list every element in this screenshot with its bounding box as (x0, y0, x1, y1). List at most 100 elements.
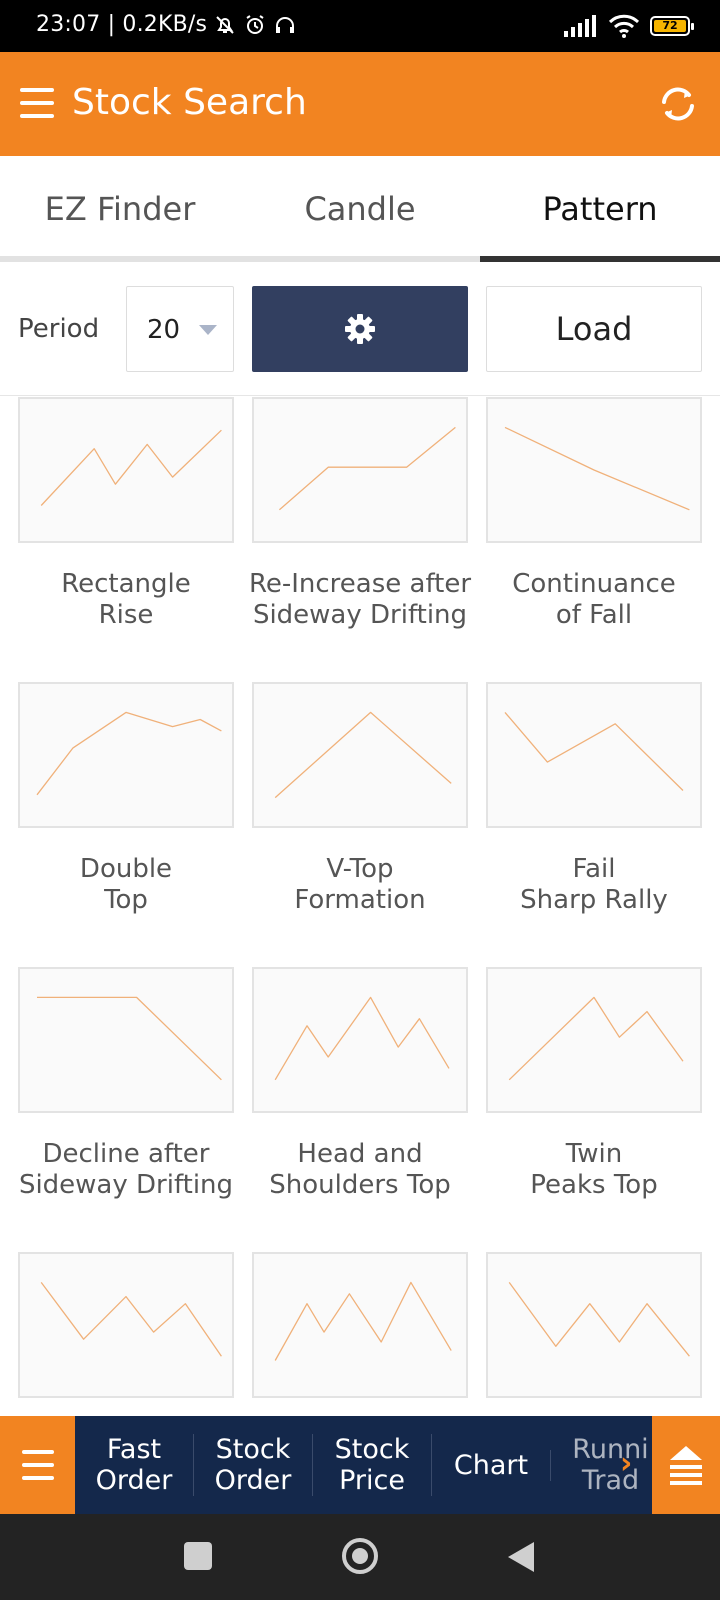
pattern-caption-line1: V-Top (326, 854, 394, 884)
tab-pattern[interactable]: Pattern (480, 156, 720, 262)
pattern-thumbnail (252, 682, 468, 828)
pattern-thumbnail (486, 1252, 702, 1398)
pattern-thumbnail (18, 967, 234, 1113)
pattern-line (40, 1282, 222, 1357)
pattern-line-chart (36, 711, 222, 796)
pattern-controls: Period 20 Load (0, 262, 720, 396)
pattern-thumbnail (18, 1252, 234, 1398)
quick-items: Fast Order Stock Order Stock Price Chart Ru… (75, 1416, 652, 1514)
chart-button[interactable]: Chart (432, 1449, 551, 1481)
page-title: Stock Search (72, 82, 307, 123)
pattern-caption-line2: Top (104, 885, 148, 915)
pattern-caption: Fail Sharp Rally (479, 854, 709, 916)
quick-item-line2: Order (214, 1465, 292, 1496)
system-nav-bar (0, 1514, 720, 1600)
home-circle-icon[interactable] (342, 1538, 378, 1574)
fast-order-button[interactable]: Fast Order (75, 1434, 194, 1496)
pattern-line-chart (40, 429, 222, 506)
pattern-thumbnail (18, 682, 234, 828)
bottom-menu-button[interactable] (0, 1416, 75, 1514)
headset-icon (276, 16, 295, 33)
pattern-thumbnail (252, 1252, 468, 1398)
pattern-line-chart (508, 996, 684, 1081)
pattern-thumbnail (252, 967, 468, 1113)
pattern-line (274, 1281, 452, 1361)
pattern-line-chart (504, 711, 684, 791)
quick-item-line2: Trad (581, 1465, 640, 1496)
recents-square-icon[interactable] (184, 1542, 212, 1570)
pattern-line-chart (40, 1282, 222, 1357)
refresh-icon[interactable] (656, 82, 700, 126)
pattern-thumbnail (252, 397, 468, 543)
pattern-caption-line1: Continuance (512, 569, 676, 599)
quick-item-line1: Fast (106, 1434, 162, 1465)
hamburger-menu-icon[interactable] (20, 88, 54, 118)
running-trade-button[interactable]: Runni Trad (551, 1434, 652, 1496)
pattern-caption-line2: Sideway Drifting (18, 1170, 234, 1200)
pattern-thumbnail (486, 397, 702, 543)
quick-item-line2: Price (339, 1465, 405, 1496)
pattern-line (504, 711, 684, 791)
stock-order-button[interactable]: Stock Order (194, 1434, 313, 1496)
quick-item-line1: Stock (334, 1434, 410, 1465)
pattern-line-chart (274, 1281, 452, 1361)
stock-price-button[interactable]: Stock Price (313, 1434, 432, 1496)
hamburger-menu-icon (22, 1450, 54, 1480)
app-bar: Stock Search (0, 52, 720, 156)
pattern-caption: Re-Increase after Sideway Drifting (245, 569, 475, 631)
pattern-line (36, 711, 222, 796)
pattern-card[interactable]: Decline after Sideway Drifting (18, 967, 234, 1201)
pattern-card[interactable]: Twin Peaks Top (486, 967, 702, 1201)
pattern-line (274, 996, 450, 1081)
pattern-caption-line2: of Fall (555, 600, 633, 630)
tab-ez-finder[interactable]: EZ Finder (0, 156, 240, 256)
pattern-card[interactable]: Double Top (18, 682, 234, 916)
bottom-quick-bar: Fast Order Stock Order Stock Price Chart Ru… (0, 1416, 720, 1514)
pattern-caption-line1: Rectangle (61, 569, 191, 599)
gear-icon (345, 314, 375, 344)
pattern-line (37, 996, 222, 1081)
pattern-caption-line2: Rise (98, 600, 154, 630)
status-right: 72 (564, 14, 694, 38)
pattern-caption-line1: Decline after (42, 1139, 210, 1169)
pattern-caption: Rectangle Rise (11, 569, 241, 631)
pattern-line-chart (508, 1282, 690, 1357)
pattern-caption-line2: Peaks Top (530, 1170, 658, 1200)
bell-off-icon (216, 15, 234, 34)
pattern-thumbnail (18, 397, 234, 543)
pattern-line (278, 426, 456, 511)
pattern-card[interactable] (18, 1252, 234, 1417)
signal-icon (564, 15, 596, 37)
pattern-card[interactable] (252, 1252, 468, 1417)
period-select[interactable]: 20 (126, 286, 234, 372)
tab-candle[interactable]: Candle (240, 156, 480, 256)
pattern-card[interactable]: Rectangle Rise (18, 397, 234, 631)
quick-item-line1: Stock (215, 1434, 291, 1465)
pattern-line-chart (278, 426, 456, 511)
pattern-caption: Double Top (11, 854, 241, 916)
pattern-line (274, 711, 452, 799)
pattern-caption-line2: Formation (294, 885, 426, 915)
pattern-card[interactable] (486, 1252, 702, 1417)
pattern-caption: Continuance of Fall (479, 569, 709, 631)
back-triangle-icon[interactable] (508, 1542, 534, 1572)
pattern-line-chart (37, 996, 222, 1081)
pattern-card[interactable]: Continuance of Fall (486, 397, 702, 631)
settings-button[interactable] (252, 286, 468, 372)
pattern-caption-line1: Re-Increase after (248, 569, 472, 599)
status-time-speed: 23:07 | 0.2KB/s (36, 12, 208, 37)
pattern-line-chart (504, 426, 690, 511)
eject-button[interactable] (652, 1416, 720, 1514)
load-button[interactable]: Load (486, 286, 702, 372)
pattern-line-chart (274, 711, 452, 799)
eject-icon (670, 1446, 702, 1485)
pattern-caption-line2: Shoulders Top (269, 1170, 451, 1200)
pattern-caption: Head and Shoulders Top (245, 1139, 475, 1201)
pattern-card[interactable]: Re-Increase after Sideway Drifting (249, 397, 471, 631)
pattern-card[interactable]: Fail Sharp Rally (486, 682, 702, 916)
pattern-caption-line1: Fail (572, 854, 616, 884)
pattern-card[interactable]: V-Top Formation (252, 682, 468, 916)
chevron-right-icon[interactable]: › (620, 1446, 632, 1481)
battery-level: 72 (654, 20, 686, 32)
pattern-card[interactable]: Head and Shoulders Top (252, 967, 468, 1201)
